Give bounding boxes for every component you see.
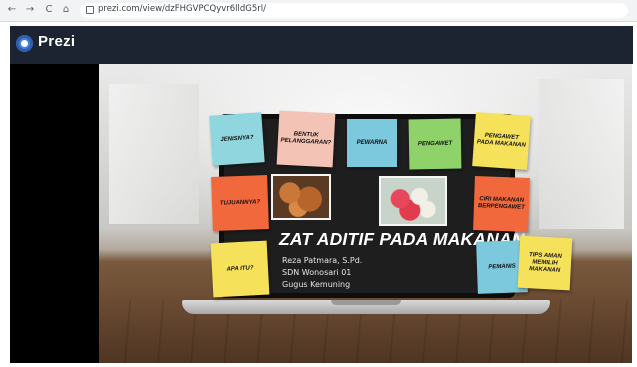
sticky-note-label: BENTUK PELANGGARAN? xyxy=(280,131,332,147)
browser-toolbar: ← → C ⌂ prezi.com/view/dzFHGVPCQyvr6lldG… xyxy=(0,0,637,22)
author-name: Reza Patmara, S.Pd. xyxy=(282,256,363,265)
meatball-soup-photo[interactable] xyxy=(379,176,447,226)
sticky-note-pengawet[interactable]: PENGAWET xyxy=(408,118,462,170)
reload-button[interactable]: C xyxy=(43,4,55,16)
forward-button[interactable]: → xyxy=(24,4,36,16)
sticky-note-tujuannya[interactable]: TUJUANNYA? xyxy=(211,175,269,231)
sticky-note-label: APA ITU? xyxy=(226,264,254,273)
group-name: Gugus Kemuning xyxy=(282,280,351,289)
laptop-notch xyxy=(331,300,401,305)
window-right xyxy=(539,79,624,229)
presentation-canvas[interactable]: ZAT ADITIF PADA MAKANAN Reza Patmara, S.… xyxy=(99,64,632,363)
sticky-note-label: TUJUANNYA? xyxy=(219,198,261,207)
sticky-note-bentuk-pelanggaran[interactable]: BENTUK PELANGGARAN? xyxy=(276,110,336,168)
sticky-note-apa-itu[interactable]: APA ITU? xyxy=(210,240,270,298)
prezi-logo-text[interactable]: Prezi xyxy=(38,33,75,50)
window-left xyxy=(109,84,199,224)
sticky-note-jenisnya[interactable]: JENISNYA? xyxy=(209,112,265,166)
sticky-note-tips-aman[interactable]: TIPS AMAN MEMILIH MAKANAN xyxy=(517,235,573,291)
address-bar[interactable]: prezi.com/view/dzFHGVPCQyvr6lldG5rl/ xyxy=(80,3,628,18)
sticky-note-ciri-makanan-berpengawet[interactable]: CIRI MAKANAN BERPENGAWET xyxy=(473,176,530,232)
sticky-note-label: CIRI MAKANAN BERPENGAWET xyxy=(477,196,525,211)
fried-food-photo[interactable] xyxy=(271,174,331,220)
sticky-note-label: PENGAWET xyxy=(417,140,453,147)
sticky-note-label: TIPS AMAN MEMILIH MAKANAN xyxy=(528,251,562,274)
school-name: SDN Wonosari 01 xyxy=(282,268,352,277)
home-button[interactable]: ⌂ xyxy=(60,4,72,16)
sticky-note-pewarna[interactable]: PEWARNA xyxy=(347,119,397,167)
sticky-note-label: JENISNYA? xyxy=(220,134,254,143)
prezi-logo-icon[interactable] xyxy=(16,35,33,52)
sticky-note-label: PENGAWET PADA MAKANAN xyxy=(476,132,526,149)
viewer-left-panel xyxy=(10,64,99,363)
prezi-header: Prezi xyxy=(10,26,633,64)
sticky-note-label: PEMANIS xyxy=(488,263,516,270)
lock-icon xyxy=(86,6,94,14)
url-text: prezi.com/view/dzFHGVPCQyvr6lldG5rl/ xyxy=(98,4,266,14)
sticky-note-pengawet-pada-makanan[interactable]: PENGAWET PADA MAKANAN xyxy=(472,112,531,170)
back-button[interactable]: ← xyxy=(6,4,18,16)
sticky-note-label: PEWARNA xyxy=(356,139,388,146)
